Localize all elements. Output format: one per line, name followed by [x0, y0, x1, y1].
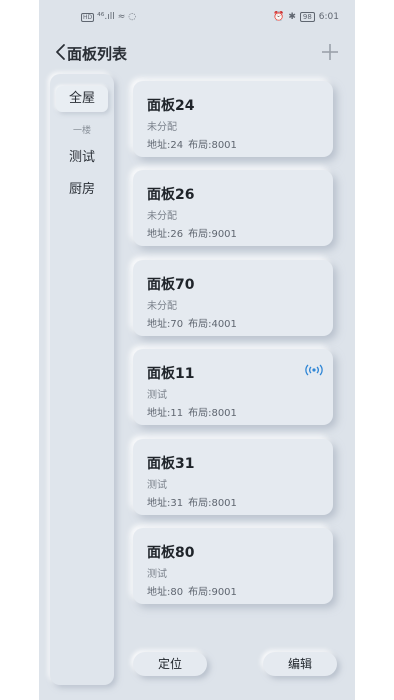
panel-layout: 布局:9001 [188, 587, 237, 598]
status-bar: HD ⁴⁶.ıll ≈ ◌ ⏰ ✱ 98 6:01 [39, 0, 355, 34]
header: 面板列表 [39, 34, 355, 74]
panel-info: 地址:11 布局:8001 [147, 404, 237, 419]
panel-name: 面板24 [147, 98, 195, 114]
panel-address: 地址:31 [147, 498, 184, 509]
panel-address: 地址:11 [147, 408, 184, 419]
panel-name: 面板80 [147, 545, 195, 561]
bluetooth-icon: ✱ [288, 12, 296, 22]
panel-layout: 布局:8001 [188, 498, 237, 509]
panel-card[interactable]: 面板31 测试 地址:31 布局:8001 [133, 439, 333, 515]
nfc-icon: ◌ [128, 12, 137, 22]
sidebar-item-kitchen[interactable]: 厨房 [56, 178, 108, 197]
panel-layout: 布局:9001 [188, 229, 237, 240]
panel-card[interactable]: 面板11 测试 地址:11 布局:8001 [133, 349, 333, 425]
battery-icon: 98 [299, 12, 315, 22]
panel-info: 地址:80 布局:9001 [147, 583, 237, 598]
panel-card[interactable]: 面板26 未分配 地址:26 布局:9001 [133, 170, 333, 246]
cellular-signal-icon: ⁴⁶.ıll [97, 12, 115, 22]
panel-address: 地址:24 [147, 140, 184, 151]
panel-address: 地址:80 [147, 587, 184, 598]
hd-icon: HD [81, 12, 95, 22]
panel-name: 面板31 [147, 456, 195, 472]
panel-room: 未分配 [147, 122, 177, 133]
sidebar-floor-label: 一楼 [72, 126, 91, 136]
panel-info: 地址:24 布局:8001 [147, 136, 237, 151]
panel-address: 地址:26 [147, 229, 184, 240]
wifi-icon: ≈ [117, 12, 126, 22]
panel-layout: 布局:8001 [188, 408, 237, 419]
panel-room: 未分配 [147, 211, 177, 222]
panel-info: 地址:31 布局:8001 [147, 494, 237, 509]
app-screen: HD ⁴⁶.ıll ≈ ◌ ⏰ ✱ 98 6:01 面板列表 全屋 一楼 测试 … [39, 0, 355, 700]
sidebar-item-test[interactable]: 测试 [56, 146, 108, 165]
panel-card[interactable]: 面板80 测试 地址:80 布局:9001 [133, 528, 333, 604]
status-right: ⏰ ✱ 98 6:01 [273, 12, 339, 22]
panel-address: 地址:70 [147, 319, 184, 330]
panel-info: 地址:26 布局:9001 [147, 225, 237, 240]
panel-layout: 布局:8001 [188, 140, 237, 151]
status-left: HD ⁴⁶.ıll ≈ ◌ [81, 12, 136, 22]
clock: 6:01 [318, 12, 339, 22]
panel-info: 地址:70 布局:4001 [147, 315, 237, 330]
sidebar-item-whole-house[interactable]: 全屋 [56, 86, 108, 112]
panel-room: 测试 [147, 390, 167, 401]
panel-card[interactable]: 面板70 未分配 地址:70 布局:4001 [133, 260, 333, 336]
page-title: 面板列表 [67, 45, 128, 63]
panel-layout: 布局:4001 [188, 319, 237, 330]
panel-room: 测试 [147, 480, 167, 491]
plus-icon[interactable] [321, 43, 339, 61]
alarm-icon: ⏰ [273, 12, 285, 22]
panel-name: 面板70 [147, 277, 195, 293]
locate-button[interactable]: 定位 [133, 652, 207, 676]
wireless-signal-icon [305, 364, 323, 376]
room-sidebar: 全屋 一楼 测试 厨房 [50, 74, 114, 685]
panel-name: 面板26 [147, 187, 195, 203]
panel-room: 测试 [147, 569, 167, 580]
edit-button[interactable]: 编辑 [263, 652, 337, 676]
panel-name: 面板11 [147, 366, 195, 382]
panel-card[interactable]: 面板24 未分配 地址:24 布局:8001 [133, 81, 333, 157]
panel-room: 未分配 [147, 301, 177, 312]
